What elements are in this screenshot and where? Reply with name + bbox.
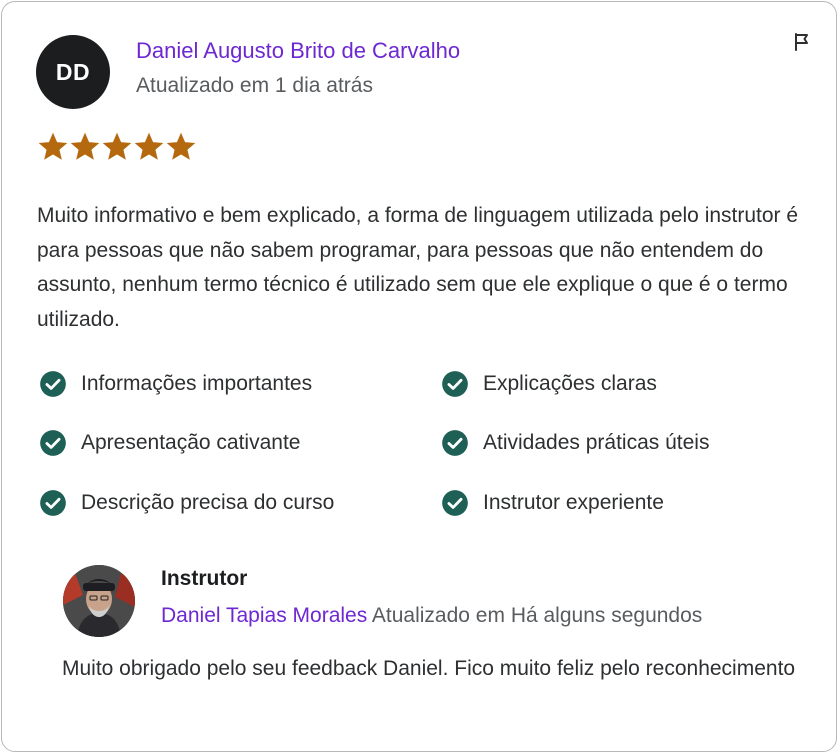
star-rating xyxy=(38,132,196,162)
review-tag: Descrição precisa do curso xyxy=(39,489,334,517)
flag-icon[interactable] xyxy=(792,32,812,52)
avatar-initials: DD xyxy=(55,58,91,85)
review-tag: Instrutor experiente xyxy=(441,489,664,517)
star-icon xyxy=(70,132,100,160)
review-updated-time: Atualizado em 1 dia atrás xyxy=(136,74,373,97)
reviewer-avatar: DD xyxy=(36,35,110,109)
reply-text: Muito obrigado pelo seu feedback Daniel.… xyxy=(62,657,796,680)
review-card: DD Daniel Augusto Brito de Carvalho Atua… xyxy=(1,1,837,752)
check-circle-icon xyxy=(442,430,468,456)
instructor-name: Daniel Tapias Morales xyxy=(161,604,368,627)
star-icon xyxy=(166,132,196,160)
star-icon xyxy=(38,132,68,160)
review-tag: Informações importantes xyxy=(39,370,312,398)
instructor-label: Instrutor xyxy=(161,567,248,590)
check-circle-icon xyxy=(442,490,468,516)
check-circle-icon xyxy=(442,371,468,397)
instructor-meta: Daniel Tapias Morales Atualizado em Há a… xyxy=(161,604,702,628)
reviewer-name: Daniel Augusto Brito de Carvalho xyxy=(136,38,461,63)
review-tag: Apresentação cativante xyxy=(39,429,300,457)
star-icon xyxy=(102,132,132,160)
check-circle-icon xyxy=(40,430,66,456)
review-tag: Explicações claras xyxy=(441,370,657,398)
review-tag: Atividades práticas úteis xyxy=(441,429,709,457)
review-text: Muito informativo e bem explicado, a for… xyxy=(37,204,799,331)
reply-updated-time: Atualizado em Há alguns segundos xyxy=(371,604,703,627)
review-tag-label: Instrutor experiente xyxy=(483,491,664,514)
star-icon xyxy=(134,132,164,160)
check-circle-icon xyxy=(40,371,66,397)
review-tag-label: Apresentação cativante xyxy=(81,431,301,454)
review-tag-label: Descrição precisa do curso xyxy=(81,491,335,514)
check-circle-icon xyxy=(40,490,66,516)
review-tag-label: Informações importantes xyxy=(81,372,313,395)
instructor-avatar xyxy=(63,565,135,637)
review-tag-label: Atividades práticas úteis xyxy=(483,431,710,454)
review-tag-label: Explicações claras xyxy=(483,372,657,395)
